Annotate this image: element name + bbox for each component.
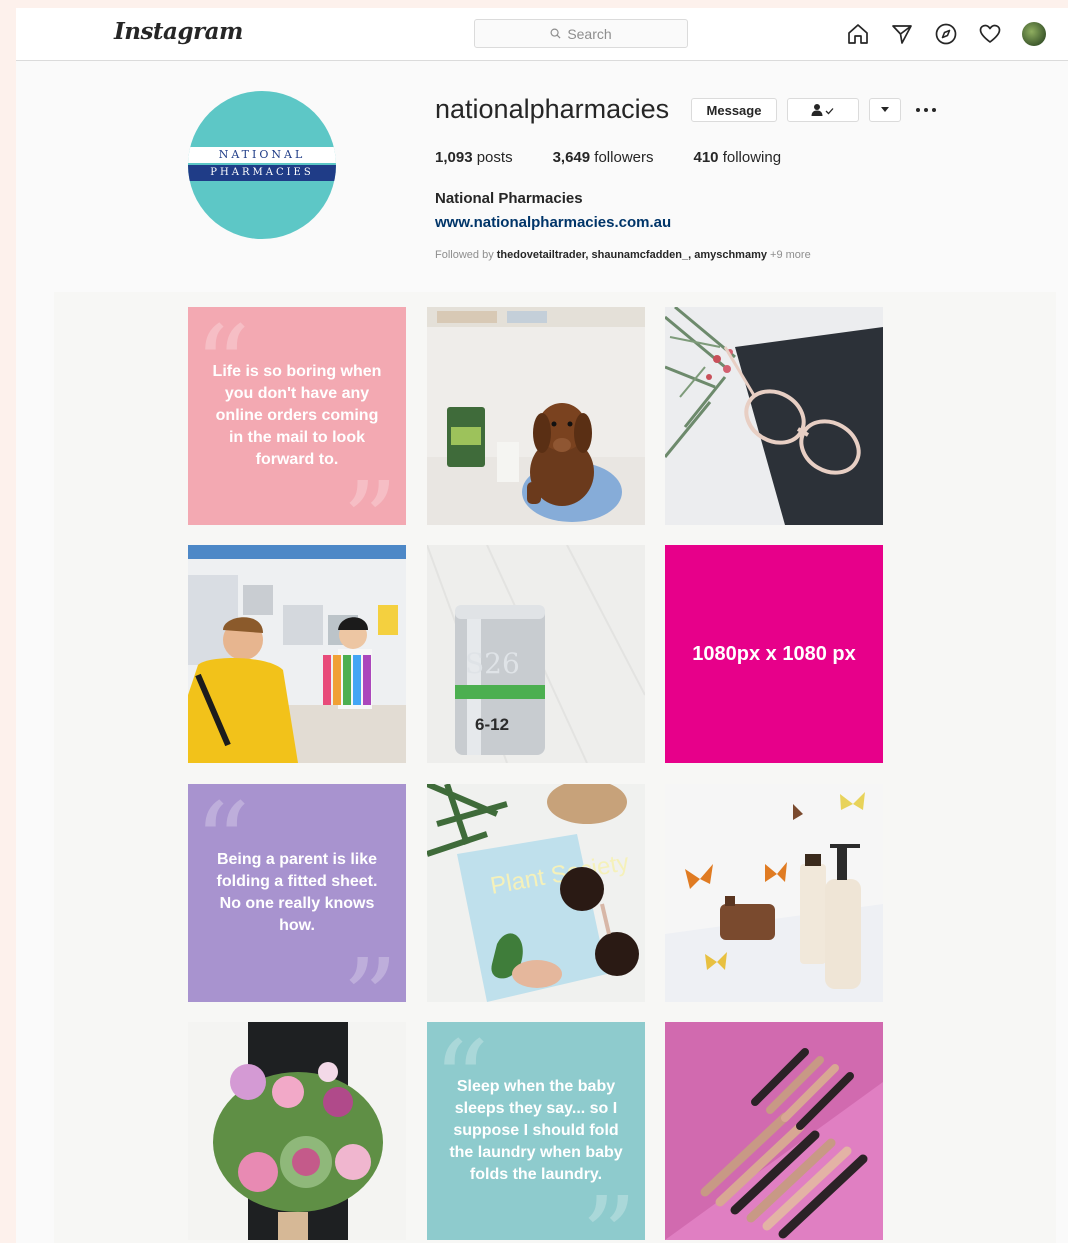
lipsticks-photo (665, 1022, 883, 1240)
logo-line-2: PHARMACIES (188, 165, 336, 181)
followed-by[interactable]: Followed by thedovetailtrader, shaunamcf… (435, 249, 811, 261)
following-label: following (722, 149, 782, 166)
following-stat[interactable]: 410 following (693, 149, 781, 166)
post-tile-glasses[interactable] (665, 307, 883, 525)
post-quote-text: Life is so boring when you don't have an… (212, 363, 382, 468)
formula-can-photo: S26 6-12 (427, 545, 645, 763)
skincare-butterflies-photo (665, 784, 883, 1002)
post-tile-pharmacy-counter[interactable] (188, 545, 406, 763)
activity-heart-icon[interactable] (978, 22, 1002, 46)
explore-compass-icon[interactable] (934, 22, 958, 46)
instagram-logo[interactable]: Instagram (114, 18, 243, 45)
followed-by-prefix: Followed by (435, 249, 494, 261)
post-dimension-label: 1080px x 1080 px (692, 642, 856, 665)
post-quote-text: Being a parent is like folding a fitted … (216, 851, 378, 934)
post-tile-s26-formula[interactable]: S26 6-12 (427, 545, 645, 763)
post-tile-jurlique-butterflies[interactable] (665, 784, 883, 1002)
post-tile-lipsticks[interactable] (665, 1022, 883, 1240)
can-brand-label: S26 (465, 647, 520, 680)
user-check-icon (811, 104, 834, 116)
search-icon (550, 28, 561, 39)
more-options-icon[interactable] (914, 98, 938, 122)
profile-stats: 1,093 posts 3,649 followers 410 followin… (435, 149, 821, 166)
top-nav: Instagram Search (16, 8, 1068, 61)
post-tile-quote-boring[interactable]: “ ” Life is so boring when you don't hav… (188, 307, 406, 525)
post-tile-dog-greenies[interactable] (427, 307, 645, 525)
search-placeholder: Search (567, 25, 612, 42)
followed-by-more: +9 more (770, 249, 811, 261)
followers-stat[interactable]: 3,649 followers (553, 149, 654, 166)
profile-full-name: National Pharmacies (435, 190, 583, 207)
message-button[interactable]: Message (691, 98, 777, 122)
can-age-label: 6-12 (475, 715, 509, 734)
direct-message-icon[interactable] (890, 22, 914, 46)
post-tile-flowers[interactable] (188, 1022, 406, 1240)
followers-label: followers (594, 149, 654, 166)
posts-label: posts (476, 149, 513, 166)
logo-line-1: NATIONAL (188, 147, 336, 163)
instagram-window: Instagram Search NATIONAL PHARMACIES nat… (16, 8, 1068, 1243)
post-tile-quote-parent[interactable]: “ ” Being a parent is like folding a fit… (188, 784, 406, 1002)
user-avatar[interactable] (1022, 22, 1046, 46)
following-count: 410 (693, 149, 719, 166)
caret-down-icon (881, 107, 889, 112)
followed-by-names: thedovetailtrader, shaunamcfadden_, amys… (496, 249, 767, 261)
following-button[interactable] (787, 98, 859, 122)
post-tile-plant-society[interactable]: Plant Society (427, 784, 645, 1002)
profile-picture[interactable]: NATIONAL PHARMACIES (188, 91, 336, 239)
posts-count: 1,093 (435, 149, 473, 166)
glasses-photo (665, 307, 883, 525)
search-input[interactable]: Search (474, 19, 688, 48)
bouquet-photo (188, 1022, 406, 1240)
plant-society-photo: Plant Society (427, 784, 645, 1002)
posts-stat[interactable]: 1,093 posts (435, 149, 513, 166)
pharmacy-photo (188, 545, 406, 763)
followers-count: 3,649 (552, 149, 591, 166)
national-pharmacies-logo: NATIONAL PHARMACIES (188, 147, 336, 183)
profile-website-link[interactable]: www.nationalpharmacies.com.au (435, 214, 671, 231)
nav-icons (846, 22, 1066, 46)
profile-username: nationalpharmacies (435, 94, 670, 124)
post-tile-placeholder[interactable]: 1080px x 1080 px (665, 545, 883, 763)
home-icon[interactable] (846, 22, 870, 46)
post-quote-text: Sleep when the baby sleeps they say... s… (449, 1078, 623, 1183)
post-tile-quote-sleep[interactable]: “ ” Sleep when the baby sleeps they say.… (427, 1022, 645, 1240)
suggestions-dropdown-button[interactable] (869, 98, 901, 122)
dachshund-photo (427, 307, 645, 525)
